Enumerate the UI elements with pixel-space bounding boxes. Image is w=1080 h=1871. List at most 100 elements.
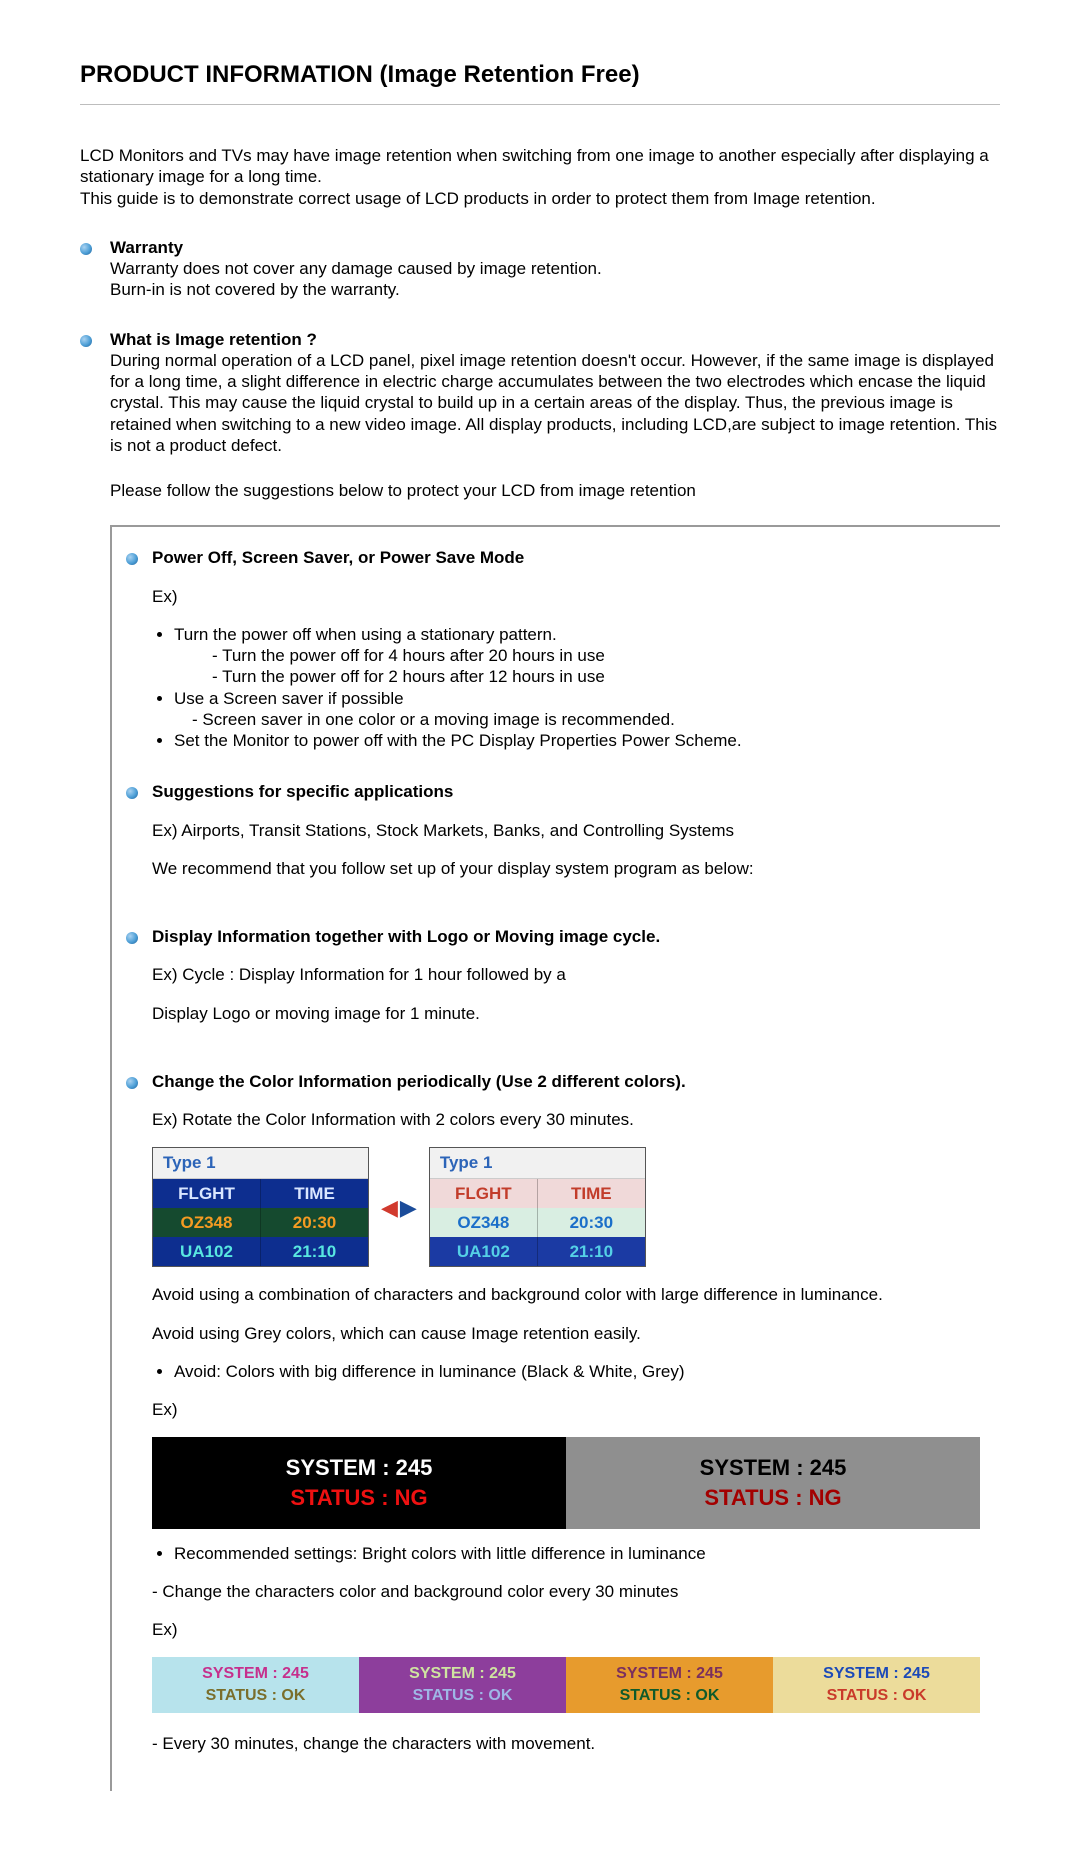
poweroff-item-1a: - Turn the power off for 4 hours after 2…	[174, 645, 980, 666]
warranty-body: Warranty Warranty does not cover any dam…	[110, 237, 1000, 301]
recommended-item: Recommended settings: Bright colors with…	[174, 1543, 980, 1564]
flight-panel-a-row-2: UA102 21:10	[153, 1237, 368, 1266]
rec-cell-0-l2: STATUS : OK	[156, 1685, 355, 1707]
arrow-left-icon: ◀	[381, 1194, 398, 1222]
recommended-list: Recommended settings: Bright colors with…	[152, 1543, 980, 1564]
rec-cell-0: SYSTEM : 245 STATUS : OK	[152, 1657, 359, 1712]
change-color-line-1: Ex) Rotate the Color Information with 2 …	[152, 1109, 980, 1130]
flight-panel-a-caption: Type 1	[153, 1148, 368, 1178]
suggestions-line-1: Ex) Airports, Transit Stations, Stock Ma…	[152, 820, 980, 841]
section-gutter	[126, 781, 152, 896]
swap-arrows-icon: ◀ ▶	[377, 1194, 421, 1222]
rec-cell-3-l2: STATUS : OK	[777, 1685, 976, 1707]
display-cycle-body: Display Information together with Logo o…	[152, 926, 980, 1041]
avoid-block-black: SYSTEM : 245 STATUS : NG	[152, 1437, 566, 1528]
rec-cell-2: SYSTEM : 245 STATUS : OK	[566, 1657, 773, 1712]
flight-panel-b-header-time: TIME	[537, 1179, 645, 1208]
avoid-grey-line-1: SYSTEM : 245	[574, 1453, 972, 1483]
flight-a-r1-time: 20:30	[260, 1208, 368, 1237]
flight-panel-b-row-1: OZ348 20:30	[430, 1208, 645, 1237]
bullet-icon	[80, 243, 92, 255]
poweroff-item-1: Turn the power off when using a stationa…	[174, 624, 980, 688]
intro-line-1: LCD Monitors and TVs may have image rete…	[80, 145, 1000, 188]
bullet-icon	[126, 932, 138, 944]
page: PRODUCT INFORMATION (Image Retention Fre…	[0, 0, 1080, 1871]
whatis-body: What is Image retention ? During normal …	[110, 329, 1000, 457]
section-gutter	[126, 547, 152, 751]
avoid-block-grey: SYSTEM : 245 STATUS : NG	[566, 1437, 980, 1528]
flight-panel-a-row-1: OZ348 20:30	[153, 1208, 368, 1237]
flight-panel-a-header-flight: FLGHT	[153, 1179, 260, 1208]
rec-cell-2-l2: STATUS : OK	[570, 1685, 769, 1707]
flight-panel-a-header-time: TIME	[260, 1179, 368, 1208]
avoid-black-line-2: STATUS : NG	[160, 1483, 558, 1513]
warranty-heading: Warranty	[110, 237, 1000, 258]
poweroff-item-2: Use a Screen saver if possible - Screen …	[174, 688, 980, 731]
flight-panel-b-row-2: UA102 21:10	[430, 1237, 645, 1266]
avoid-example-row: SYSTEM : 245 STATUS : NG SYSTEM : 245 ST…	[152, 1437, 980, 1528]
poweroff-heading: Power Off, Screen Saver, or Power Save M…	[152, 548, 524, 567]
bullet-icon	[126, 1077, 138, 1089]
avoid-grey-text: Avoid using Grey colors, which can cause…	[152, 1323, 980, 1344]
flight-b-r1-flight: OZ348	[430, 1208, 537, 1237]
bullet-icon	[80, 335, 92, 347]
bullet-icon	[126, 787, 138, 799]
flight-a-r1-flight: OZ348	[153, 1208, 260, 1237]
change-color-section: Change the Color Information periodicall…	[126, 1071, 980, 1771]
section-gutter	[126, 1071, 152, 1771]
section-gutter	[80, 237, 110, 301]
poweroff-item-2a: - Screen saver in one color or a moving …	[174, 709, 980, 730]
title-rule	[80, 104, 1000, 105]
whatis-text: During normal operation of a LCD panel, …	[110, 350, 1000, 456]
section-gutter	[126, 926, 152, 1041]
poweroff-item-1-text: Turn the power off when using a stationa…	[174, 625, 557, 644]
recommended-ex-label: Ex)	[152, 1619, 980, 1640]
suggestions-line-2: We recommend that you follow set up of y…	[152, 858, 980, 879]
flight-panel-b-caption: Type 1	[430, 1148, 645, 1178]
poweroff-list: Turn the power off when using a stationa…	[152, 624, 980, 752]
change-color-heading: Change the Color Information periodicall…	[152, 1072, 686, 1091]
poweroff-item-3: Set the Monitor to power off with the PC…	[174, 730, 980, 751]
flight-b-r1-time: 20:30	[537, 1208, 645, 1237]
display-cycle-section: Display Information together with Logo o…	[126, 926, 980, 1041]
avoid-ex-label: Ex)	[152, 1399, 980, 1420]
avoid-black-line-1: SYSTEM : 245	[160, 1453, 558, 1483]
section-gutter	[80, 329, 110, 457]
display-cycle-line-2: Display Logo or moving image for 1 minut…	[152, 1003, 980, 1024]
rec-cell-2-l1: SYSTEM : 245	[570, 1663, 769, 1685]
rec-cell-1: SYSTEM : 245 STATUS : OK	[359, 1657, 566, 1712]
rec-cell-3-l1: SYSTEM : 245	[777, 1663, 976, 1685]
rec-cell-0-l1: SYSTEM : 245	[156, 1663, 355, 1685]
suggestion-box: Power Off, Screen Saver, or Power Save M…	[110, 525, 1000, 1791]
poweroff-item-1b: - Turn the power off for 2 hours after 1…	[174, 666, 980, 687]
avoid-luminance-text: Avoid using a combination of characters …	[152, 1284, 980, 1305]
avoid-grey-line-2: STATUS : NG	[574, 1483, 972, 1513]
suggestions-heading: Suggestions for specific applications	[152, 782, 453, 801]
warranty-line-2: Burn-in is not covered by the warranty.	[110, 279, 1000, 300]
flight-a-r2-flight: UA102	[153, 1237, 260, 1266]
flight-panel-b-header-flight: FLGHT	[430, 1179, 537, 1208]
recommended-sub: - Change the characters color and backgr…	[152, 1581, 980, 1602]
avoid-item: Avoid: Colors with big difference in lum…	[174, 1361, 980, 1382]
rec-cell-1-l1: SYSTEM : 245	[363, 1663, 562, 1685]
title-row: PRODUCT INFORMATION (Image Retention Fre…	[80, 60, 1000, 90]
recommended-color-strip: SYSTEM : 245 STATUS : OK SYSTEM : 245 ST…	[152, 1657, 980, 1712]
color-rotation-diagram: Type 1 FLGHT TIME OZ348 20:30 UA102	[152, 1147, 980, 1267]
warranty-line-1: Warranty does not cover any damage cause…	[110, 258, 1000, 279]
arrow-right-icon: ▶	[400, 1194, 417, 1222]
rec-cell-3: SYSTEM : 245 STATUS : OK	[773, 1657, 980, 1712]
rec-cell-1-l2: STATUS : OK	[363, 1685, 562, 1707]
warranty-section: Warranty Warranty does not cover any dam…	[80, 237, 1000, 301]
intro-line-2: This guide is to demonstrate correct usa…	[80, 188, 1000, 209]
intro-block: LCD Monitors and TVs may have image rete…	[80, 145, 1000, 209]
display-cycle-heading: Display Information together with Logo o…	[152, 927, 660, 946]
poweroff-item-2-text: Use a Screen saver if possible	[174, 689, 404, 708]
content-inner: PRODUCT INFORMATION (Image Retention Fre…	[0, 0, 1080, 1871]
page-title: PRODUCT INFORMATION (Image Retention Fre…	[80, 60, 1000, 90]
flight-panel-a-header-row: FLGHT TIME	[153, 1179, 368, 1208]
poweroff-section: Power Off, Screen Saver, or Power Save M…	[126, 547, 980, 751]
whatis-section: What is Image retention ? During normal …	[80, 329, 1000, 457]
poweroff-body: Power Off, Screen Saver, or Power Save M…	[152, 547, 980, 751]
avoid-list: Avoid: Colors with big difference in lum…	[152, 1361, 980, 1382]
bullet-icon	[126, 553, 138, 565]
